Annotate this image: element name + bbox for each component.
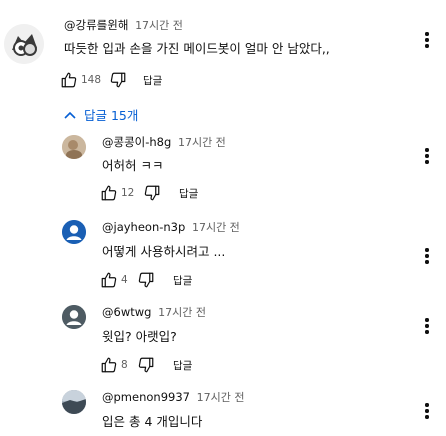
thumb-down-icon[interactable] xyxy=(109,71,127,89)
avatar[interactable] xyxy=(62,135,86,159)
thumb-up-icon[interactable] xyxy=(60,71,78,89)
reply-author[interactable]: @jayheon-n3p xyxy=(102,220,185,234)
reply-author[interactable]: @콩콩이-h8g xyxy=(102,135,171,149)
reply-author[interactable]: @pmenon9937 xyxy=(102,390,190,404)
reply-item: @콩콩이-h8g 17시간 전 어허허 ㅋㅋ 12 답글 xyxy=(0,126,446,206)
reply-item: @jayheon-n3p 17시간 전 어떻게 사용하시려고 ... 4 답글 xyxy=(0,211,446,291)
comment-author[interactable]: @강류를윈해 xyxy=(64,18,128,32)
reply-actions: 8 답글 xyxy=(100,355,192,375)
like-count: 148 xyxy=(81,74,102,86)
reply-button[interactable]: 답글 xyxy=(173,273,192,288)
more-options-button[interactable] xyxy=(420,30,434,50)
more-options-button[interactable] xyxy=(420,316,434,336)
like-count: 12 xyxy=(121,187,135,199)
comment-actions: 148 답글 xyxy=(60,70,162,90)
reply-time[interactable]: 17시간 전 xyxy=(178,136,226,149)
reply-actions: 4 답글 xyxy=(100,270,192,290)
reply-author[interactable]: @6wtwg xyxy=(102,305,151,319)
more-options-button[interactable] xyxy=(420,401,434,421)
comment-text: 따듯한 입과 손을 가진 메이드봇이 얼마 안 남았다,, xyxy=(64,41,330,56)
reply-time[interactable]: 17시간 전 xyxy=(192,221,240,234)
avatar[interactable] xyxy=(4,24,44,64)
avatar[interactable] xyxy=(62,220,86,244)
reply-button[interactable]: 답글 xyxy=(143,73,162,88)
reply-actions: 12 답글 xyxy=(100,183,198,203)
comment-header: @강류를윈해 17시간 전 xyxy=(64,17,183,33)
reply-text: 어허허 ㅋㅋ xyxy=(102,158,164,173)
robot-cat-avatar-icon xyxy=(4,24,44,64)
more-options-button[interactable] xyxy=(420,146,434,166)
reply-time[interactable]: 17시간 전 xyxy=(197,391,245,404)
reply-button[interactable]: 답글 xyxy=(179,186,198,201)
like-count: 4 xyxy=(121,274,128,286)
reply-button[interactable]: 답글 xyxy=(173,358,192,373)
thumb-up-icon[interactable] xyxy=(100,271,118,289)
reply-item: @pmenon9937 17시간 전 입은 총 4 개입니다 xyxy=(0,381,446,436)
thumb-down-icon[interactable] xyxy=(137,271,155,289)
reply-header: @콩콩이-h8g 17시간 전 xyxy=(102,134,226,150)
user-photo-icon xyxy=(62,135,86,159)
replies-toggle-label: 답글 15개 xyxy=(84,108,139,123)
avatar[interactable] xyxy=(62,390,86,414)
replies-toggle-button[interactable]: 답글 15개 xyxy=(64,105,138,124)
chevron-up-icon xyxy=(64,111,76,119)
top-comment: @강류를윈해 17시간 전 따듯한 입과 손을 가진 메이드봇이 얼마 안 남았… xyxy=(0,0,446,100)
reply-header: @6wtwg 17시간 전 xyxy=(102,304,206,320)
avatar[interactable] xyxy=(62,305,86,329)
reply-time[interactable]: 17시간 전 xyxy=(158,306,206,319)
reply-text: 윗입? 아랫입? xyxy=(102,329,177,344)
comment-time[interactable]: 17시간 전 xyxy=(135,19,183,32)
more-options-button[interactable] xyxy=(420,246,434,266)
reply-item: @6wtwg 17시간 전 윗입? 아랫입? 8 답글 xyxy=(0,296,446,376)
thumb-up-icon[interactable] xyxy=(100,184,118,202)
like-count: 8 xyxy=(121,359,128,371)
thumb-down-icon[interactable] xyxy=(137,356,155,374)
reply-header: @pmenon9937 17시간 전 xyxy=(102,389,244,405)
default-user-avatar-icon xyxy=(62,305,86,329)
thumb-down-icon[interactable] xyxy=(143,184,161,202)
reply-header: @jayheon-n3p 17시간 전 xyxy=(102,219,240,235)
reply-text: 어떻게 사용하시려고 ... xyxy=(102,244,226,259)
landscape-photo-avatar-icon xyxy=(62,390,86,414)
thumb-up-icon[interactable] xyxy=(100,356,118,374)
default-user-avatar-icon xyxy=(62,220,86,244)
reply-text: 입은 총 4 개입니다 xyxy=(102,414,203,429)
